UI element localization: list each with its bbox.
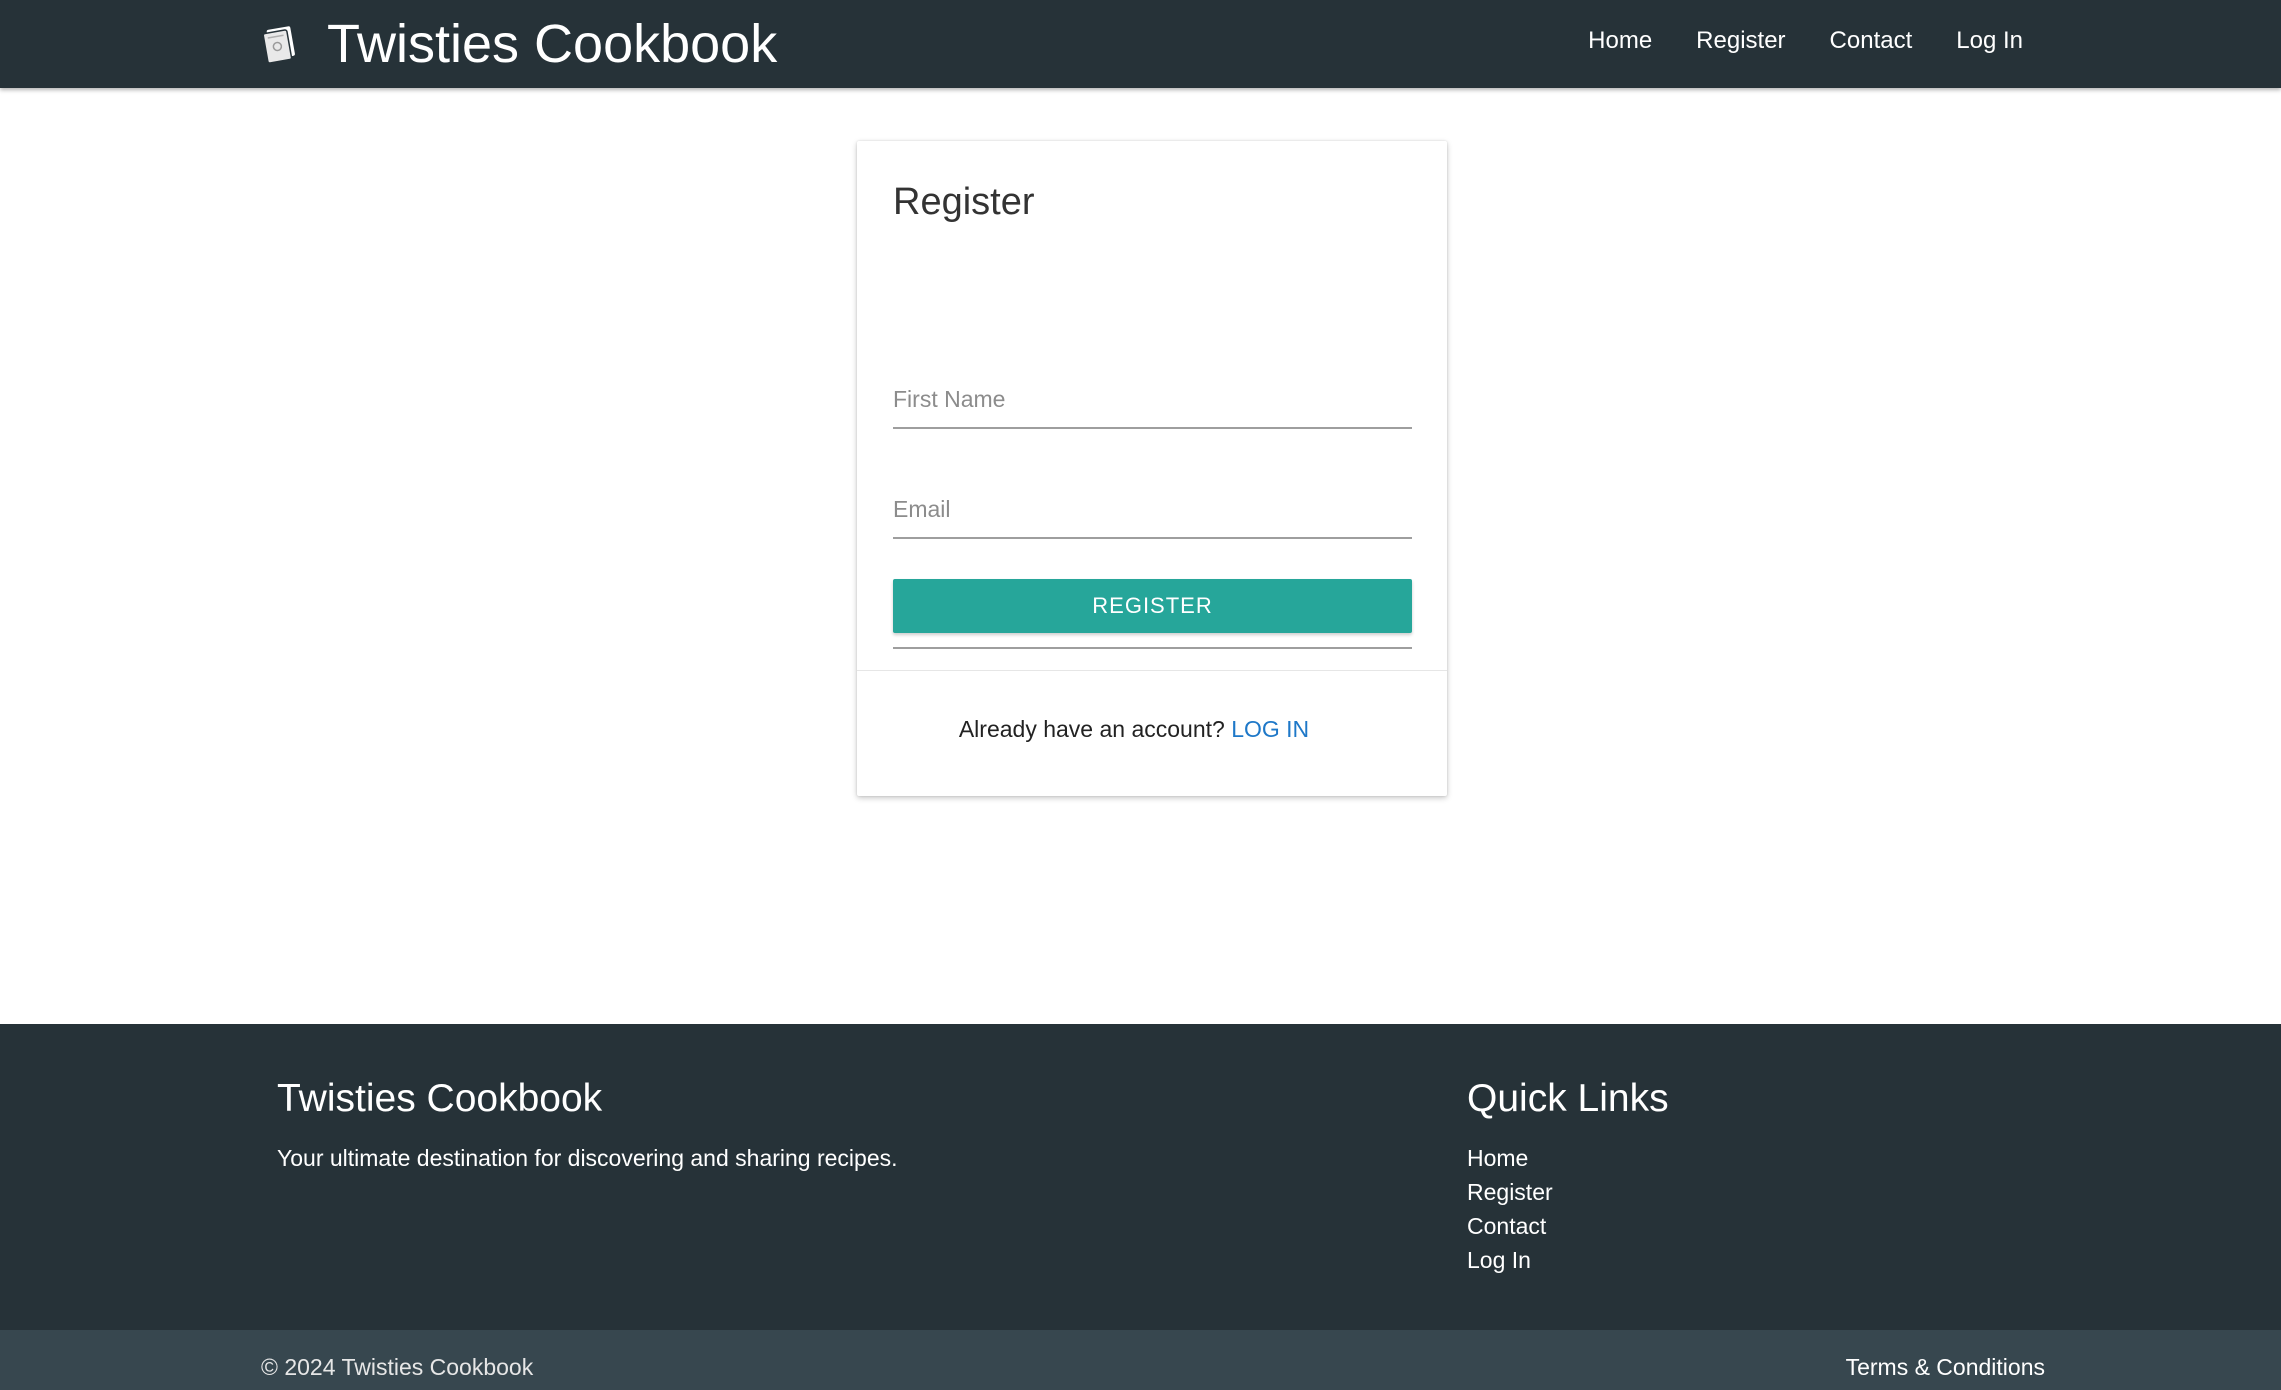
navbar: Twisties Cookbook Home Register Contact … [0,0,2281,88]
email-field [893,481,1412,539]
footer-link-home[interactable]: Home [1467,1145,1553,1172]
quick-links: Home Register Contact Log In [1467,1145,1553,1274]
footer-link-login[interactable]: Log In [1467,1247,1553,1274]
card-divider [857,670,1447,671]
cookbook-icon [262,26,295,64]
footer: Twisties Cookbook Your ultimate destinat… [0,1024,2281,1330]
nav-home[interactable]: Home [1588,27,1652,55]
first-name-field [893,371,1412,429]
brand-title: Twisties Cookbook [327,14,778,74]
login-prompt: Already have an account? LOG IN [839,716,1429,743]
register-card: Register REGISTER Already have an accoun… [857,141,1447,796]
login-prompt-text: Already have an account? [958,716,1225,742]
copyright-text: © 2024 Twisties Cookbook [261,1354,534,1380]
login-link[interactable]: LOG IN [1231,716,1309,742]
copyright-bar: © 2024 Twisties Cookbook Terms & Conditi… [0,1330,2281,1390]
footer-description: Your ultimate destination for discoverin… [277,1145,898,1171]
first-name-input[interactable] [893,371,1412,427]
terms-link[interactable]: Terms & Conditions [1846,1354,2045,1381]
email-input[interactable] [893,481,1412,537]
nav-register[interactable]: Register [1696,27,1785,55]
register-button[interactable]: REGISTER [893,579,1412,633]
footer-link-register[interactable]: Register [1467,1179,1553,1206]
nav-links: Home Register Contact Log In [1588,0,2023,82]
quick-links-title: Quick Links [1467,1077,1669,1120]
footer-brand: Twisties Cookbook [277,1077,603,1120]
nav-contact[interactable]: Contact [1830,27,1913,55]
brand-link[interactable]: Twisties Cookbook [261,0,777,88]
nav-login[interactable]: Log In [1956,27,2023,55]
register-title: Register [893,181,1035,223]
footer-link-contact[interactable]: Contact [1467,1213,1553,1240]
